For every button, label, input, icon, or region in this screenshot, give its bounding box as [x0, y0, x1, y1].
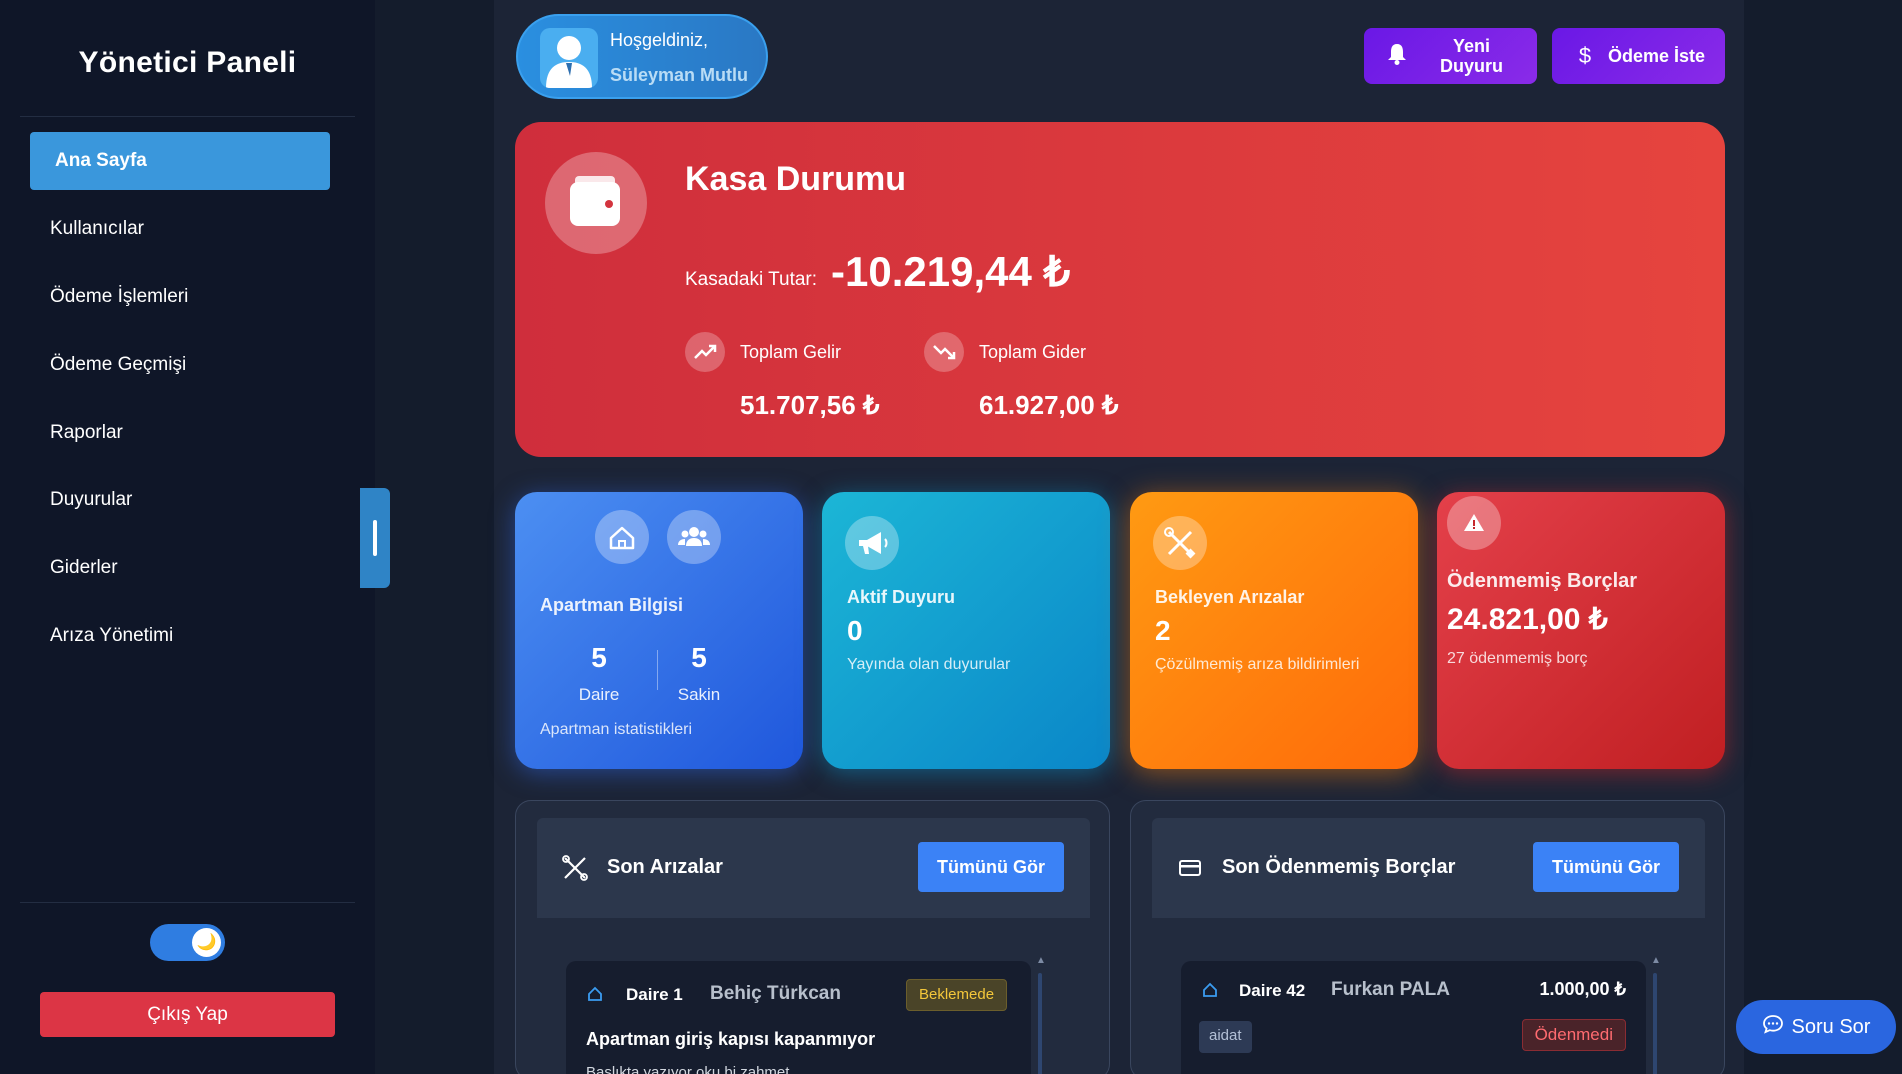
pending-faults-card[interactable]: Bekleyen Arızalar 2 Çözülmemiş arıza bil…	[1130, 492, 1418, 769]
dollar-icon: $	[1578, 43, 1592, 68]
debt-type-badge: aidat	[1199, 1021, 1252, 1053]
view-all-debts-button[interactable]: Tümünü Gör	[1533, 842, 1679, 892]
cash-status-title: Kasa Durumu	[685, 160, 907, 198]
resident-label: Sakin	[677, 685, 721, 704]
megaphone-icon	[845, 516, 899, 570]
status-badge: Ödenmedi	[1521, 1019, 1626, 1051]
fault-unit: Daire 1	[626, 985, 683, 1004]
fault-desc: Başlıkta yazıyor oku bi zahmet	[586, 1064, 790, 1074]
status-badge: Beklemede	[906, 979, 1008, 1011]
sidebar-item-ana-sayfa[interactable]: Ana Sayfa	[30, 132, 330, 190]
sidebar-item-ariza-yonetimi[interactable]: Arıza Yönetimi	[30, 607, 330, 665]
active-announcements-card[interactable]: Aktif Duyuru 0 Yayında olan duyurular	[822, 492, 1110, 769]
unpaid-debts-card[interactable]: Ödenmemiş Borçlar 24.821,00 ₺ 27 ödenmem…	[1437, 492, 1725, 769]
moon-icon: 🌙	[192, 928, 221, 957]
sidebar-item-duyurular[interactable]: Duyurular	[30, 471, 330, 529]
pending-faults-title: Bekleyen Arızalar	[1155, 587, 1305, 607]
ask-question-label: Soru Sor	[1791, 1015, 1871, 1038]
total-expense-label: Toplam Gider	[979, 342, 1087, 362]
theme-toggle[interactable]: 🌙	[150, 924, 225, 961]
recent-debts-panel: Son Ödenmemiş Borçlar Tümünü Gör Daire 4…	[1130, 800, 1725, 1074]
sidebar-item-kullanicilar[interactable]: Kullanıcılar	[30, 200, 330, 258]
active-announcements-title: Aktif Duyuru	[847, 587, 955, 607]
users-icon	[667, 510, 721, 564]
unpaid-debts-desc: 27 ödenmemiş borç	[1447, 650, 1588, 667]
bell-icon	[1384, 43, 1410, 70]
apartment-info-title: Apartman Bilgisi	[540, 595, 684, 615]
trending-down-icon	[924, 332, 964, 372]
avatar	[540, 28, 598, 88]
active-announcements-desc: Yayında olan duyurular	[847, 656, 1011, 673]
recent-debts-title: Son Ödenmemiş Borçlar	[1222, 856, 1456, 878]
welcome-card: Hoşgeldiniz, Süleyman Mutlu	[516, 14, 768, 99]
sidebar-item-odeme-gecmisi[interactable]: Ödeme Geçmişi	[30, 336, 330, 394]
active-announcements-count: 0	[847, 615, 863, 646]
warning-icon	[1447, 496, 1501, 550]
debt-list-item[interactable]: Daire 42 Furkan PALA 1.000,00 ₺ aidat Öd…	[1181, 961, 1646, 1074]
request-payment-button[interactable]: $ Ödeme İste	[1552, 28, 1725, 84]
tools-icon	[561, 854, 589, 882]
debt-amount: 1.000,00 ₺	[1539, 979, 1626, 999]
pending-faults-desc: Çözülmemiş arıza bildirimleri	[1155, 656, 1360, 673]
recent-faults-header: Son Arızalar Tümünü Gör	[537, 818, 1090, 918]
unpaid-debts-title: Ödenmemiş Borçlar	[1447, 570, 1638, 592]
view-all-faults-button[interactable]: Tümünü Gör	[918, 842, 1064, 892]
unit-label: Daire	[578, 685, 620, 704]
sidebar-divider	[20, 116, 355, 117]
sidebar-collapse-handle[interactable]	[360, 488, 390, 588]
sidebar-divider	[20, 902, 355, 903]
home-icon	[1201, 981, 1219, 999]
home-icon	[595, 510, 649, 564]
recent-faults-title: Son Arızalar	[607, 856, 723, 878]
home-icon	[586, 985, 604, 1003]
user-name: Süleyman Mutlu	[610, 65, 749, 85]
chevron-up-icon: ▲	[1036, 955, 1046, 966]
logout-button[interactable]: Çıkış Yap	[40, 992, 335, 1037]
new-announcement-button[interactable]: Yeni Duyuru	[1364, 28, 1537, 84]
fault-list-item[interactable]: Daire 1 Behiç Türkcan Beklemede Apartman…	[566, 961, 1031, 1074]
tools-icon	[1153, 516, 1207, 570]
recent-faults-panel: Son Arızalar Tümünü Gör Daire 1 Behiç Tü…	[515, 800, 1110, 1074]
ask-question-button[interactable]: Soru Sor	[1736, 1000, 1896, 1054]
unpaid-debts-amount: 24.821,00 ₺	[1447, 603, 1608, 636]
chat-icon	[1762, 1013, 1784, 1041]
stat-divider	[657, 650, 658, 690]
chevron-up-icon: ▲	[1651, 955, 1661, 966]
apartment-info-card[interactable]: Apartman Bilgisi 5 Daire 5 Sakin Apartma…	[515, 492, 803, 769]
sidebar-title: Yönetici Paneli	[78, 46, 297, 79]
new-announcement-label-1: Yeni	[1452, 36, 1491, 56]
debt-unit: Daire 42	[1239, 981, 1306, 1000]
cash-amount-label: Kasadaki Tutar:	[685, 269, 818, 290]
sidebar-item-odeme-islemleri[interactable]: Ödeme İşlemleri	[30, 268, 330, 326]
cash-status-card: Kasa Durumu Kasadaki Tutar: -10.219,44 ₺…	[515, 122, 1725, 457]
fault-title: Apartman giriş kapısı kapanmıyor	[586, 1029, 876, 1049]
sidebar: Yönetici Paneli Ana Sayfa Kullanıcılar Ö…	[0, 0, 375, 1074]
recent-debts-header: Son Ödenmemiş Borçlar Tümünü Gör	[1152, 818, 1705, 918]
apartment-info-desc: Apartman istatistikleri	[540, 721, 693, 738]
debt-resident-name: Furkan PALA	[1331, 979, 1450, 1000]
new-announcement-label-2: Duyuru	[1440, 56, 1503, 76]
total-income-value: 51.707,56 ₺	[740, 390, 880, 420]
pending-faults-count: 2	[1155, 615, 1171, 646]
wallet-icon	[545, 152, 647, 254]
scrollbar[interactable]: ▲	[1651, 955, 1661, 1074]
credit-card-icon	[1176, 854, 1204, 882]
total-expense-value: 61.927,00 ₺	[979, 390, 1119, 420]
scrollbar[interactable]: ▲	[1036, 955, 1046, 1074]
resident-count: 5	[691, 642, 707, 673]
request-payment-label: Ödeme İste	[1608, 46, 1706, 66]
total-income-label: Toplam Gelir	[740, 342, 842, 362]
unit-count: 5	[591, 642, 607, 673]
fault-resident-name: Behiç Türkcan	[710, 983, 841, 1004]
trending-up-icon	[685, 332, 725, 372]
sidebar-item-raporlar[interactable]: Raporlar	[30, 404, 330, 462]
sidebar-item-giderler[interactable]: Giderler	[30, 539, 330, 597]
welcome-text: Hoşgeldiniz,	[610, 30, 709, 50]
cash-amount: -10.219,44 ₺	[831, 248, 1071, 295]
